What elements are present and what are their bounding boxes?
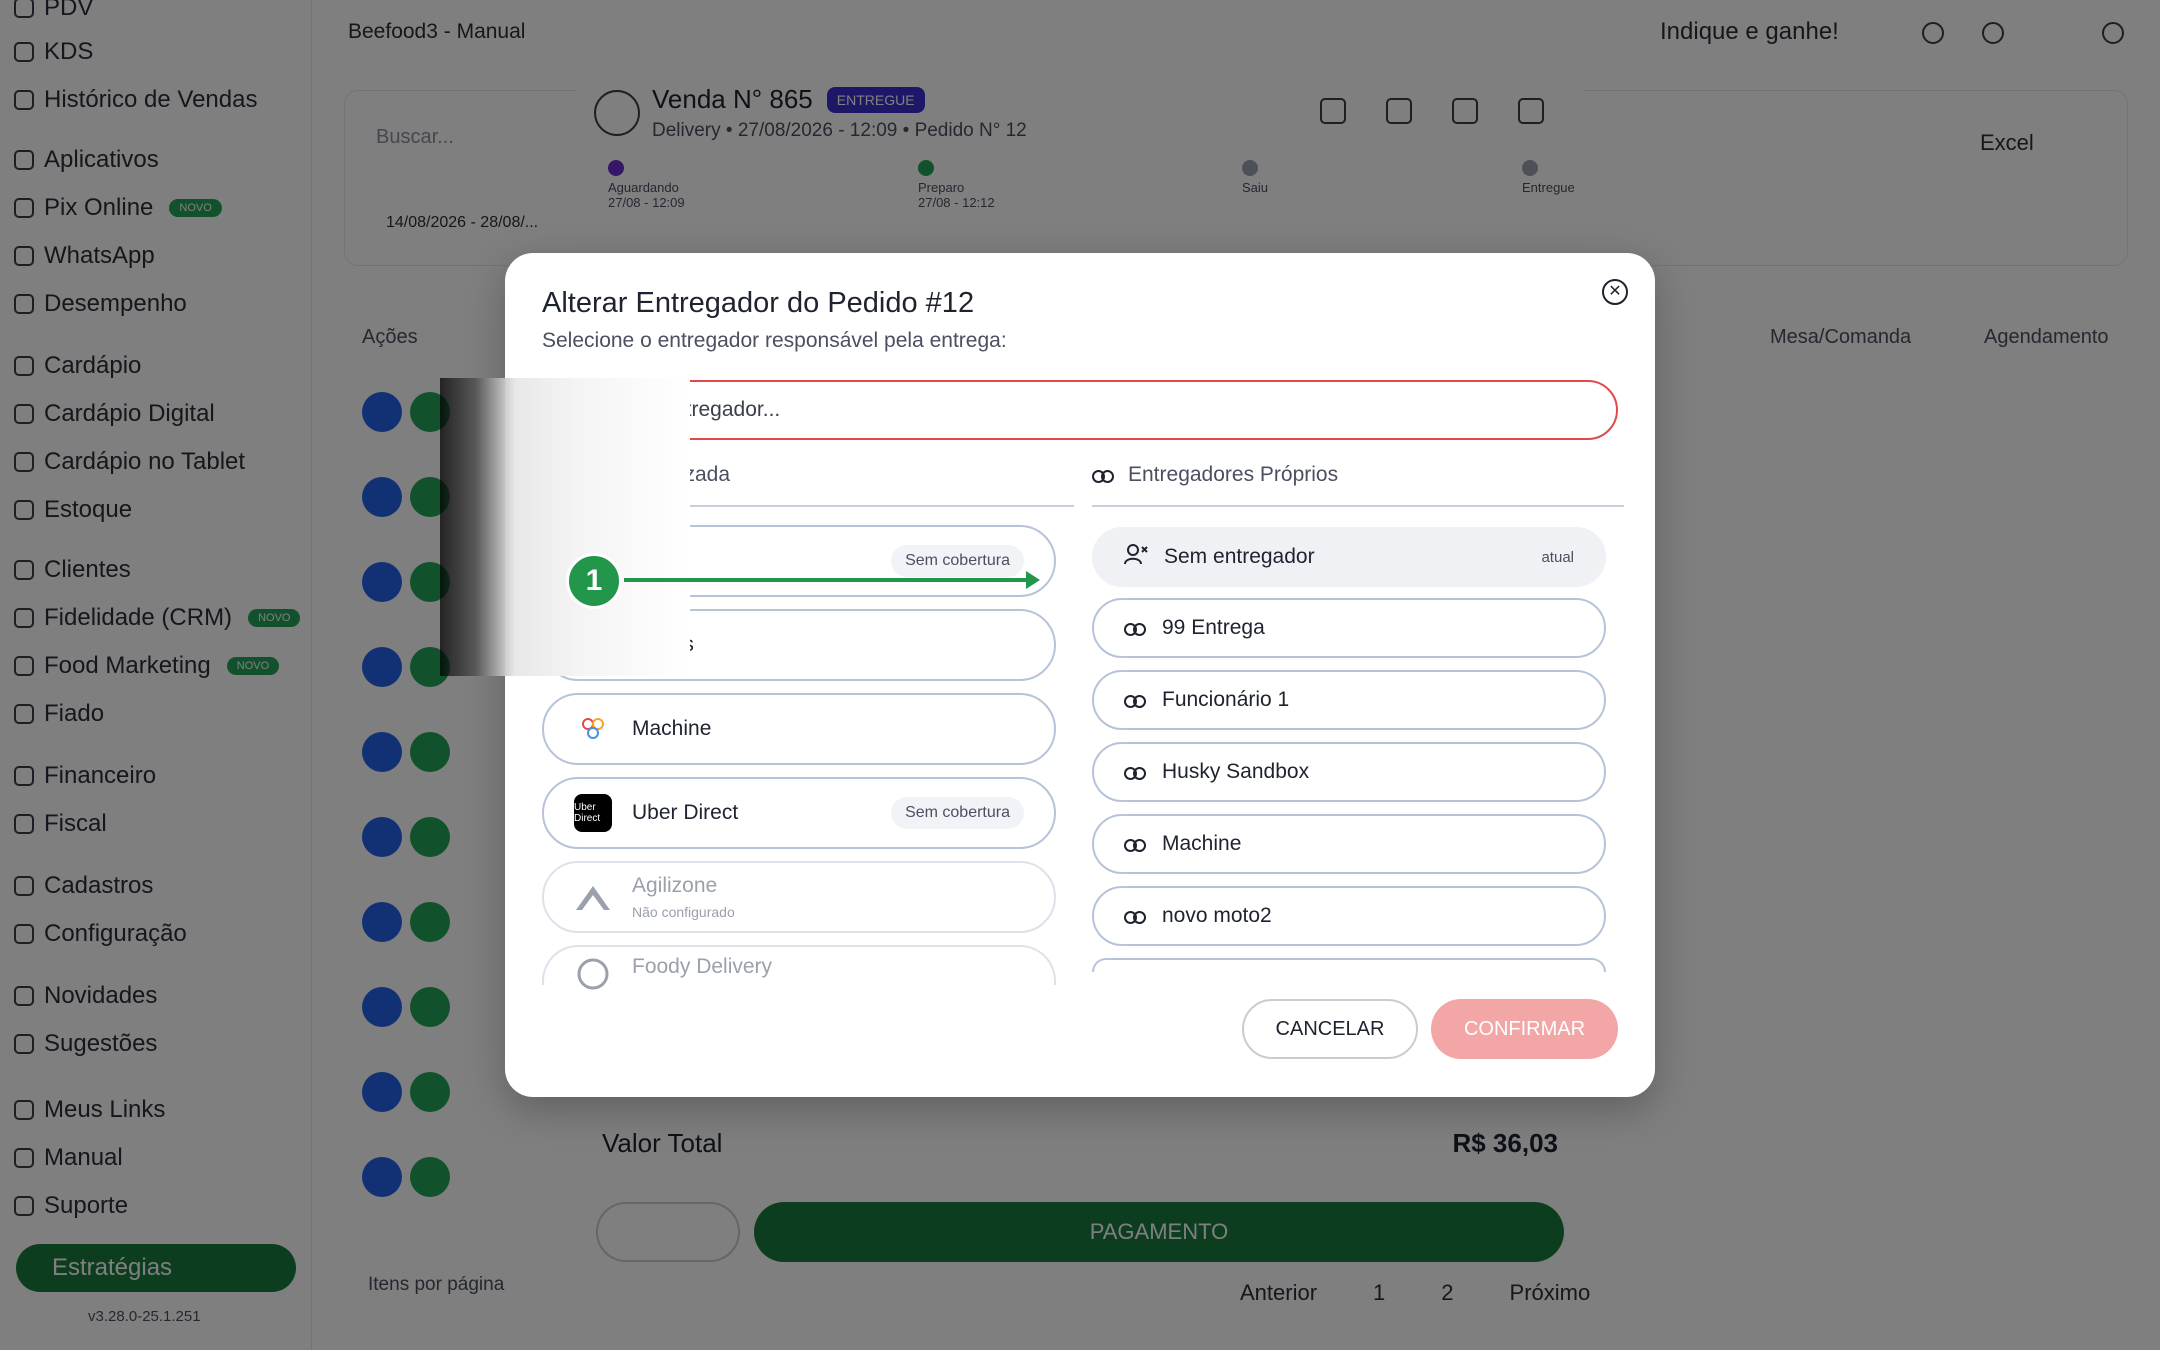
provider-option[interactable]: Machine: [542, 693, 1056, 765]
courier-name: Funcionário 1: [1162, 688, 1290, 711]
provider-logo-icon: [574, 710, 612, 748]
coverage-badge: Sem cobertura: [891, 545, 1024, 577]
provider-option: Foody Delivery: [542, 945, 1056, 990]
courier-option[interactable]: Machine: [1092, 814, 1606, 874]
provider-logo-icon: [574, 878, 612, 916]
provider-name: Machine: [632, 717, 712, 740]
courier-name: novo moto2: [1162, 904, 1272, 927]
user-x-icon: [1124, 543, 1148, 571]
courier-option[interactable]: 99 Entrega: [1092, 598, 1606, 658]
confirm-button[interactable]: CONFIRMAR: [1431, 999, 1618, 1059]
provider-name: Agilizone: [632, 874, 718, 897]
dialog-title: Alterar Entregador do Pedido #12: [542, 287, 975, 319]
provider-name: Uber Direct: [632, 801, 739, 824]
provider-status: Não configurado: [632, 904, 735, 920]
annotation-arrow-line: [624, 578, 1030, 582]
courier-name: Husky Sandbox: [1162, 760, 1310, 783]
bike-icon: [1124, 836, 1146, 852]
provider-option[interactable]: Uber Direct Uber Direct Sem cobertura: [542, 777, 1056, 849]
courier-search-input[interactable]: ntregador...: [542, 380, 1618, 440]
bike-icon: [1124, 620, 1146, 636]
own-couriers-header: Entregadores Próprios: [1092, 463, 1338, 487]
current-badge: atual: [1541, 548, 1574, 566]
courier-name: 99 Entrega: [1162, 616, 1265, 639]
own-couriers-divider: [1092, 505, 1624, 507]
bike-icon: [1124, 692, 1146, 708]
provider-logo-icon: [574, 955, 612, 993]
bike-icon: [1124, 764, 1146, 780]
provider-logo-icon: Uber Direct: [574, 794, 612, 832]
bike-icon: [1092, 467, 1114, 483]
courier-option[interactable]: Husky Sandbox: [1092, 742, 1606, 802]
annotation-arrow-head: [1026, 571, 1040, 589]
coverage-badge: Sem cobertura: [891, 797, 1024, 829]
courier-option-partial[interactable]: [1092, 958, 1606, 972]
provider-option: Agilizone Não configurado: [542, 861, 1056, 933]
annotation-step-badge: 1: [566, 553, 622, 609]
courier-name: Machine: [1162, 832, 1242, 855]
close-icon[interactable]: ✕: [1602, 279, 1628, 305]
cancel-button[interactable]: CANCELAR: [1242, 999, 1418, 1059]
courier-name: Sem entregador: [1164, 545, 1315, 568]
courier-option[interactable]: Sem entregador atual: [1092, 527, 1606, 587]
redaction-blur: [440, 378, 690, 676]
provider-name: Foody Delivery: [632, 955, 773, 978]
courier-option[interactable]: Funcionário 1: [1092, 670, 1606, 730]
bike-icon: [1124, 908, 1146, 924]
courier-option[interactable]: novo moto2: [1092, 886, 1606, 946]
dialog-subtitle: Selecione o entregador responsável pela …: [542, 329, 1007, 352]
